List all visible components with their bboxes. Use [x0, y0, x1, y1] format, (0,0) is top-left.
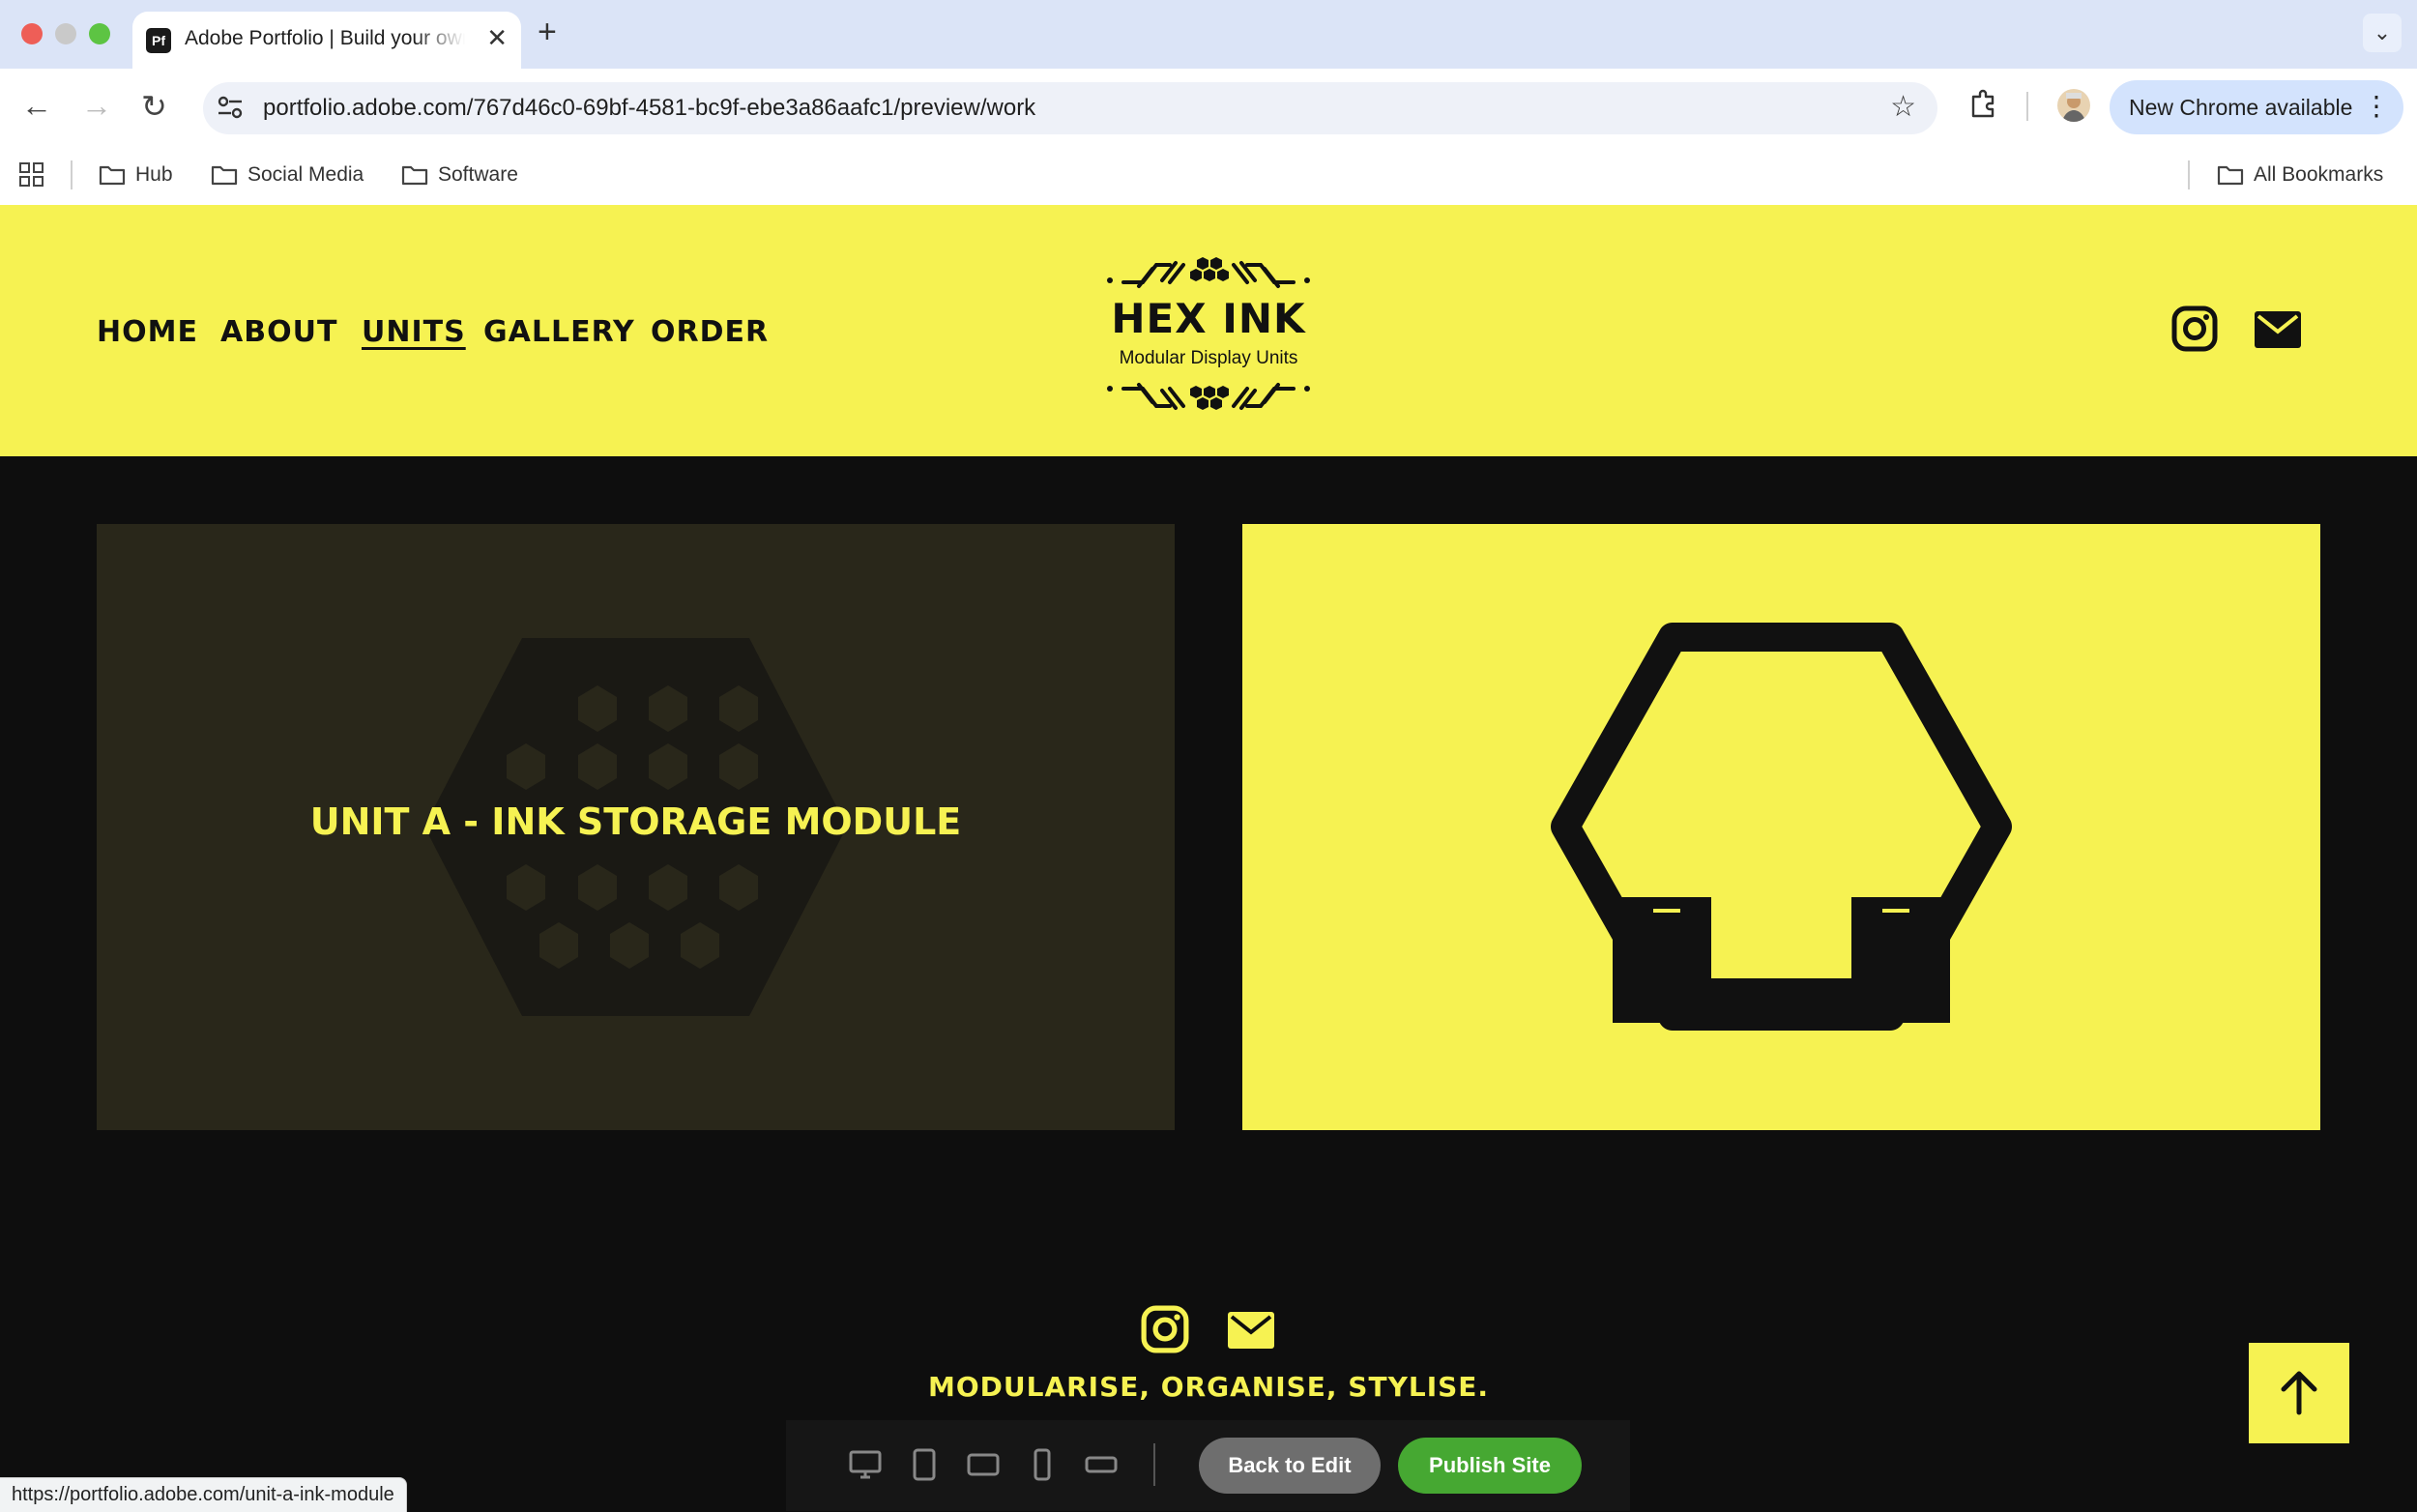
bookmarks-divider [71, 160, 73, 189]
update-label: New Chrome available [2129, 95, 2353, 120]
bookmark-label: Social Media [248, 163, 364, 186]
nav-gallery[interactable]: GALLERY [483, 315, 635, 349]
logo-subtitle: Modular Display Units [1119, 348, 1298, 368]
site-header: HOME ABOUT UNITS GALLERY ORDER HEX INK M… [0, 205, 2417, 456]
instagram-icon[interactable] [1141, 1305, 1189, 1353]
phone-portrait-icon[interactable] [1025, 1447, 1060, 1482]
bookmark-label: Hub [135, 163, 173, 186]
desktop-icon[interactable] [848, 1447, 883, 1482]
browser-tab[interactable]: Pf Adobe Portfolio | Build your own pers… [132, 12, 521, 69]
bookmarks-divider [2188, 160, 2190, 189]
nav-about[interactable]: ABOUT [220, 315, 337, 349]
new-tab-icon[interactable]: + [538, 14, 557, 51]
all-bookmarks-button[interactable]: All Bookmarks [2217, 159, 2383, 191]
status-bar-url: https://portfolio.adobe.com/unit-a-ink-m… [0, 1477, 407, 1512]
footer-social-icons [1141, 1305, 1276, 1353]
toolbar-divider [2026, 92, 2028, 121]
folder-icon [211, 165, 238, 186]
logo-title: HEX INK [1111, 295, 1306, 342]
site-info-icon[interactable] [217, 94, 244, 121]
profile-avatar[interactable] [2057, 89, 2090, 122]
site-tagline: MODULARISE, ORGANISE, STYLISE. [927, 1371, 1490, 1403]
bookmark-folder-social-media[interactable]: Social Media [211, 159, 364, 191]
folder-icon [99, 165, 126, 186]
address-bar[interactable]: portfolio.adobe.com/767d46c0-69bf-4581-b… [203, 82, 1937, 134]
bookmark-label: Software [438, 163, 518, 186]
close-tab-icon[interactable]: ✕ [486, 23, 508, 53]
minimize-window-button[interactable] [55, 23, 76, 44]
bookmarks-bar: Hub Social Media Software All Bookmarks [0, 145, 2417, 206]
hex-ink-logo[interactable]: HEX INK Modular Display Units [1102, 244, 1315, 427]
extensions-puzzle-icon[interactable] [1967, 87, 2000, 120]
bookmark-folder-software[interactable]: Software [401, 159, 518, 191]
bookmark-star-icon[interactable]: ☆ [1890, 90, 1916, 124]
nav-order[interactable]: ORDER [651, 315, 769, 349]
reload-icon[interactable]: ↻ [141, 88, 167, 125]
tab-search-chevron-icon[interactable]: ⌄ [2363, 14, 2402, 52]
kebab-menu-icon[interactable]: ⋮ [2363, 90, 2390, 122]
preview-divider [1153, 1443, 1155, 1486]
arrow-up-icon [2281, 1371, 2317, 1415]
close-window-button[interactable] [21, 23, 43, 44]
project-card-unit-b[interactable] [1242, 524, 2320, 1130]
project-title: Unit A - Ink Storage Module [309, 800, 962, 843]
forward-arrow-icon[interactable]: → [81, 88, 112, 124]
bookmark-folder-hub[interactable]: Hub [99, 159, 173, 191]
folder-icon [2217, 165, 2244, 186]
project-card-unit-a[interactable]: Unit A - Ink Storage Module [97, 524, 1175, 1130]
adobe-portfolio-favicon-icon: Pf [146, 28, 171, 53]
back-arrow-icon[interactable]: ← [21, 88, 52, 124]
apps-grid-icon[interactable] [19, 162, 44, 188]
nav-home[interactable]: HOME [97, 315, 198, 349]
all-bookmarks-label: All Bookmarks [2254, 163, 2384, 186]
instagram-icon[interactable] [2171, 305, 2218, 352]
maximize-window-button[interactable] [89, 23, 110, 44]
nav-units[interactable]: UNITS [362, 315, 466, 349]
phone-landscape-icon[interactable] [1084, 1447, 1119, 1482]
email-icon[interactable] [2255, 311, 2301, 348]
email-icon[interactable] [1228, 1312, 1274, 1349]
tab-title: Adobe Portfolio | Build your own persona… [185, 27, 465, 49]
folder-icon [401, 165, 428, 186]
url-text: portfolio.adobe.com/767d46c0-69bf-4581-b… [263, 95, 1036, 121]
tablet-landscape-icon[interactable] [966, 1447, 1001, 1482]
back-to-edit-button[interactable]: Back to Edit [1199, 1438, 1381, 1494]
hex-frame-icon [1551, 623, 2012, 1031]
back-to-top-button[interactable] [2249, 1343, 2349, 1443]
publish-site-button[interactable]: Publish Site [1398, 1438, 1582, 1494]
tablet-portrait-icon[interactable] [907, 1447, 942, 1482]
new-chrome-available-button[interactable]: New Chrome available ⋮ [2110, 80, 2403, 134]
